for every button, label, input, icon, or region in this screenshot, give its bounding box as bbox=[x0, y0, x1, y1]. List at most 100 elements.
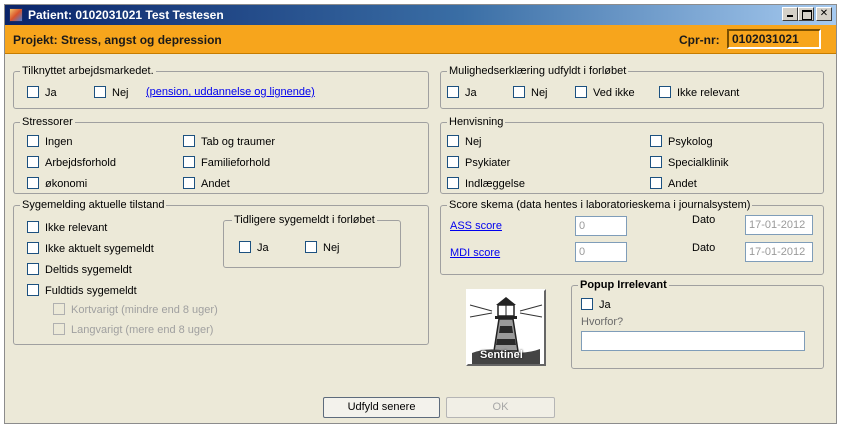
checkbox-icon bbox=[447, 135, 459, 147]
checkbox-icon bbox=[659, 86, 671, 98]
checkbox-label: Ved ikke bbox=[593, 87, 635, 99]
popup-ja-checkbox[interactable]: Ja bbox=[581, 298, 611, 311]
checkbox-icon bbox=[94, 86, 106, 98]
checkbox-icon bbox=[650, 177, 662, 189]
score-group: Score skema (data hentes i laboratoriesk… bbox=[440, 199, 824, 275]
referral-psykiater-checkbox[interactable]: Psykiater bbox=[447, 156, 510, 169]
checkbox-label: Ja bbox=[465, 87, 477, 99]
patient-window: Patient: 0102031021 Test Testesen ✕ Proj… bbox=[4, 4, 837, 424]
checkbox-label: Nej bbox=[112, 87, 129, 99]
checkbox-label: Fuldtids sygemeldt bbox=[45, 285, 137, 297]
checkbox-label: Ja bbox=[257, 242, 269, 254]
popup-reason-field[interactable] bbox=[581, 331, 805, 351]
checkbox-label: Andet bbox=[201, 178, 230, 190]
checkbox-icon bbox=[239, 241, 251, 253]
checkbox-icon bbox=[447, 86, 459, 98]
mdi-date-field[interactable]: 17-01-2012 bbox=[745, 242, 813, 262]
checkbox-label: Indlæggelse bbox=[465, 178, 525, 190]
checkbox-icon bbox=[27, 135, 39, 147]
checkbox-label: Nej bbox=[531, 87, 548, 99]
opportunity-vedikke-checkbox[interactable]: Ved ikke bbox=[575, 86, 635, 99]
checkbox-label: Nej bbox=[323, 242, 340, 254]
project-label: Projekt: Stress, angst og depression bbox=[13, 33, 222, 47]
checkbox-label: Ikke aktuelt sygemeldt bbox=[45, 243, 154, 255]
popup-irrelevant-legend: Popup Irrelevant bbox=[580, 279, 667, 291]
checkbox-label: Andet bbox=[668, 178, 697, 190]
stressor-andet-checkbox[interactable]: Andet bbox=[183, 177, 230, 190]
checkbox-label: Ikke relevant bbox=[677, 87, 740, 99]
fill-later-button[interactable]: Udfyld senere bbox=[323, 397, 440, 418]
opportunity-ja-checkbox[interactable]: Ja bbox=[447, 86, 477, 99]
checkbox-icon bbox=[575, 86, 587, 98]
stressor-ingen-checkbox[interactable]: Ingen bbox=[27, 135, 73, 148]
cpr-label: Cpr-nr: bbox=[679, 33, 720, 47]
sick-leave-fulltime-checkbox[interactable]: Fuldtids sygemeldt bbox=[27, 284, 137, 297]
close-icon[interactable]: ✕ bbox=[816, 7, 832, 21]
cpr-field[interactable]: 0102031021 bbox=[727, 29, 821, 49]
stressor-arbejdsforhold-checkbox[interactable]: Arbejdsforhold bbox=[27, 156, 116, 169]
app-icon bbox=[9, 8, 23, 22]
sick-leave-long-checkbox[interactable]: Langvarigt (mere end 8 uger) bbox=[53, 323, 213, 336]
ass-score-field[interactable]: 0 bbox=[575, 216, 627, 236]
checkbox-icon bbox=[27, 263, 39, 275]
mdi-score-field[interactable]: 0 bbox=[575, 242, 627, 262]
minimize-icon[interactable] bbox=[782, 7, 798, 21]
labor-market-nej-checkbox[interactable]: Nej bbox=[94, 86, 129, 99]
checkbox-icon bbox=[305, 241, 317, 253]
checkbox-icon bbox=[27, 86, 39, 98]
checkbox-icon bbox=[183, 177, 195, 189]
checkbox-icon bbox=[447, 156, 459, 168]
checkbox-icon bbox=[581, 298, 593, 310]
opportunity-statement-legend: Mulighedserklæring udfyldt i forløbet bbox=[449, 65, 627, 77]
checkbox-icon bbox=[513, 86, 525, 98]
checkbox-label: Ja bbox=[599, 299, 611, 311]
sick-leave-not-current-checkbox[interactable]: Ikke aktuelt sygemeldt bbox=[27, 242, 154, 255]
checkbox-label: Langvarigt (mere end 8 uger) bbox=[71, 324, 214, 336]
ok-button[interactable]: OK bbox=[446, 397, 555, 418]
checkbox-icon bbox=[27, 177, 39, 189]
labor-market-ja-checkbox[interactable]: Ja bbox=[27, 86, 57, 99]
checkbox-label: Deltids sygemeldt bbox=[45, 264, 132, 276]
previous-sick-nej-checkbox[interactable]: Nej bbox=[305, 241, 340, 254]
sick-leave-legend: Sygemelding aktuelle tilstand bbox=[22, 199, 165, 211]
checkbox-label: Specialklinik bbox=[668, 157, 729, 169]
checkbox-icon bbox=[53, 303, 65, 315]
ass-date-label: Dato bbox=[692, 214, 716, 226]
popup-reason-label: Hvorfor? bbox=[581, 316, 624, 328]
checkbox-label: økonomi bbox=[45, 178, 88, 190]
checkbox-icon bbox=[27, 156, 39, 168]
checkbox-icon bbox=[27, 284, 39, 296]
referral-specialklinik-checkbox[interactable]: Specialklinik bbox=[650, 156, 729, 169]
maximize-icon[interactable] bbox=[798, 7, 814, 21]
sick-leave-short-checkbox[interactable]: Kortvarigt (mindre end 8 uger) bbox=[53, 303, 218, 316]
stressor-tab-checkbox[interactable]: Tab og traumer bbox=[183, 135, 275, 148]
checkbox-label: Psykiater bbox=[465, 157, 511, 169]
checkbox-label: Psykolog bbox=[668, 136, 713, 148]
referral-psykolog-checkbox[interactable]: Psykolog bbox=[650, 135, 713, 148]
previous-sick-ja-checkbox[interactable]: Ja bbox=[239, 241, 269, 254]
checkbox-icon bbox=[183, 156, 195, 168]
referral-nej-checkbox[interactable]: Nej bbox=[447, 135, 482, 148]
labor-market-info-link[interactable]: (pension, uddannelse og lignende) bbox=[146, 86, 315, 98]
mdi-date-label: Dato bbox=[692, 242, 716, 254]
stressor-familie-checkbox[interactable]: Familieforhold bbox=[183, 156, 270, 169]
ass-date-field[interactable]: 17-01-2012 bbox=[745, 215, 813, 235]
project-bar: Projekt: Stress, angst og depression Cpr… bbox=[5, 25, 836, 54]
labor-market-legend: Tilknyttet arbejdsmarkedet. bbox=[22, 65, 154, 77]
checkbox-icon bbox=[650, 135, 662, 147]
mdi-score-link[interactable]: MDI score bbox=[450, 247, 500, 259]
checkbox-icon bbox=[27, 221, 39, 233]
sick-leave-irrelevant-checkbox[interactable]: Ikke relevant bbox=[27, 221, 107, 234]
sentinel-logo: Sentinel bbox=[466, 289, 546, 366]
checkbox-label: Tab og traumer bbox=[201, 136, 275, 148]
ass-score-link[interactable]: ASS score bbox=[450, 220, 502, 232]
sick-leave-parttime-checkbox[interactable]: Deltids sygemeldt bbox=[27, 263, 132, 276]
referral-legend: Henvisning bbox=[449, 116, 504, 128]
referral-indlaeggelse-checkbox[interactable]: Indlæggelse bbox=[447, 177, 525, 190]
opportunity-nej-checkbox[interactable]: Nej bbox=[513, 86, 548, 99]
opportunity-irrelevant-checkbox[interactable]: Ikke relevant bbox=[659, 86, 739, 99]
checkbox-label: Ingen bbox=[45, 136, 73, 148]
referral-andet-checkbox[interactable]: Andet bbox=[650, 177, 697, 190]
stressor-okonomi-checkbox[interactable]: økonomi bbox=[27, 177, 87, 190]
window-title: Patient: 0102031021 Test Testesen bbox=[28, 8, 224, 22]
